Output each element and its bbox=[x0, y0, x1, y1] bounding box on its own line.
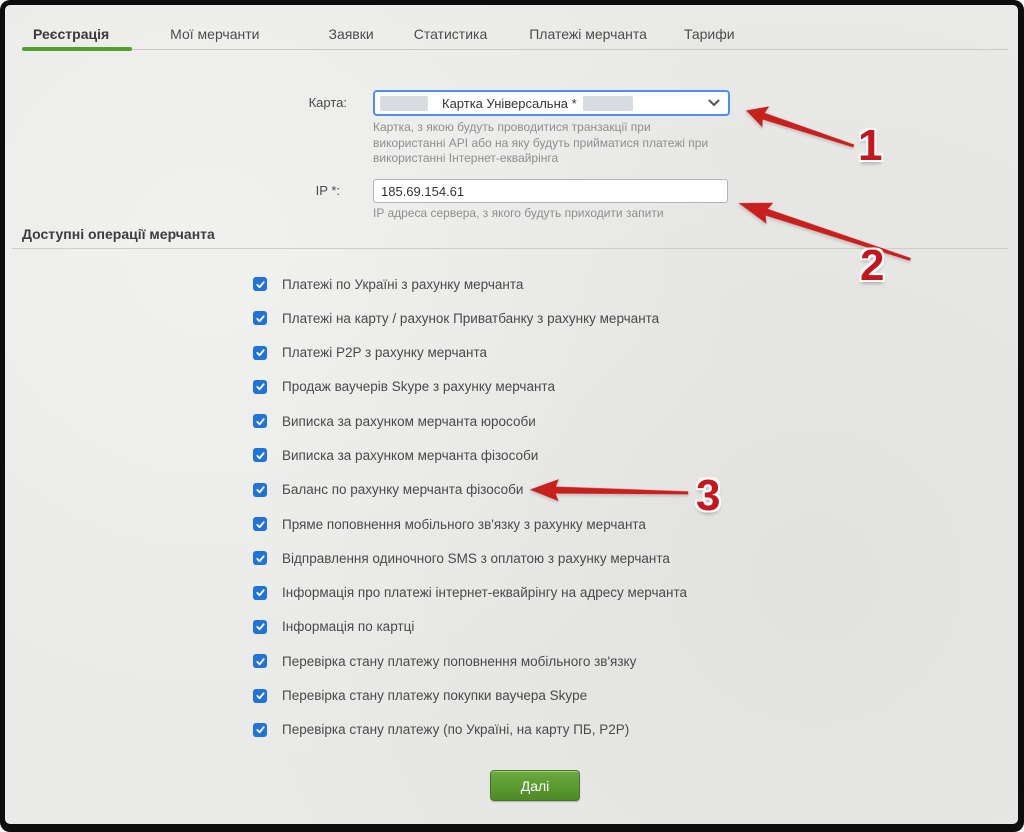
ip-input[interactable] bbox=[373, 179, 728, 203]
operation-checkbox[interactable] bbox=[253, 551, 267, 565]
operation-row[interactable]: Виписка за рахунком мерчанта юрособи bbox=[253, 414, 687, 428]
operation-label: Перевірка стану платежу (по Україні, на … bbox=[282, 722, 629, 737]
operation-row[interactable]: Виписка за рахунком мерчанта фізособи bbox=[253, 448, 687, 462]
tab-registration[interactable]: Реєстрація bbox=[33, 26, 109, 42]
tab-requests[interactable]: Заявки bbox=[328, 26, 373, 42]
operation-label: Інформація по картці bbox=[282, 619, 414, 634]
operation-row[interactable]: Інформація про платежі інтернет-еквайрін… bbox=[253, 586, 687, 600]
checkmark-icon bbox=[255, 519, 266, 530]
operation-checkbox[interactable] bbox=[253, 586, 267, 600]
operation-row[interactable]: Платежі на карту / рахунок Приватбанку з… bbox=[253, 311, 687, 325]
card-select[interactable]: Картка Універсальна * bbox=[373, 90, 730, 116]
operation-label: Перевірка стану платежу покупки ваучера … bbox=[282, 688, 587, 703]
operation-checkbox[interactable] bbox=[253, 380, 267, 394]
tab-merchant-payments[interactable]: Платежі мерчанта bbox=[529, 26, 647, 42]
operation-checkbox[interactable] bbox=[253, 517, 267, 531]
checkmark-icon bbox=[255, 450, 266, 461]
annotation-arrow-1 bbox=[741, 98, 859, 159]
operations-list: Платежі по Україні з рахунку мерчанта Пл… bbox=[253, 277, 687, 757]
section-title: Доступні операції мерчанта bbox=[22, 226, 215, 242]
operation-row[interactable]: Перевірка стану платежу покупки ваучера … bbox=[253, 689, 687, 703]
checkmark-icon bbox=[255, 690, 266, 701]
active-tab-underline bbox=[22, 47, 132, 51]
operation-label: Відправлення одиночного SMS з оплатою з … bbox=[282, 551, 670, 566]
operation-row[interactable]: Перевірка стану платежу поповнення мобіл… bbox=[253, 654, 687, 668]
chevron-down-icon bbox=[708, 99, 720, 107]
ip-field-label: IP *: bbox=[240, 183, 340, 198]
checkmark-icon bbox=[255, 484, 266, 495]
annotation-number-2: 2 bbox=[860, 244, 884, 288]
window-frame: Реєстрація Мої мерчанти Заявки Статистик… bbox=[0, 0, 1024, 832]
operation-label: Платежі по Україні з рахунку мерчанта bbox=[282, 277, 523, 292]
operation-label: Виписка за рахунком мерчанта фізособи bbox=[282, 448, 538, 463]
annotation-arrow-2 bbox=[733, 190, 917, 272]
operation-row[interactable]: Пряме поповнення мобільного зв'язку з ра… bbox=[253, 517, 687, 531]
checkmark-icon bbox=[255, 381, 266, 392]
checkmark-icon bbox=[255, 347, 266, 358]
tab-statistics[interactable]: Статистика bbox=[414, 26, 488, 42]
operation-checkbox[interactable] bbox=[253, 346, 267, 360]
checkmark-icon bbox=[255, 313, 266, 324]
tab-my-merchants[interactable]: Мої мерчанти bbox=[170, 26, 259, 42]
checkmark-icon bbox=[255, 416, 266, 427]
operation-row[interactable]: Відправлення одиночного SMS з оплатою з … bbox=[253, 551, 687, 565]
operation-label: Платежі P2P з рахунку мерчанта bbox=[282, 345, 487, 360]
operation-label: Платежі на карту / рахунок Приватбанку з… bbox=[282, 311, 659, 326]
checkmark-icon bbox=[255, 587, 266, 598]
operation-label: Пряме поповнення мобільного зв'язку з ра… bbox=[282, 517, 646, 532]
annotation-number-1: 1 bbox=[858, 124, 882, 168]
operation-label: Продаж ваучерів Skype з рахунку мерчанта bbox=[282, 379, 555, 394]
operation-label: Баланс по рахунку мерчанта фізособи bbox=[282, 482, 523, 497]
operation-row[interactable]: Платежі P2P з рахунку мерчанта bbox=[253, 346, 687, 360]
tab-tariffs[interactable]: Тарифи bbox=[684, 26, 735, 42]
operation-row[interactable]: Продаж ваучерів Skype з рахунку мерчанта bbox=[253, 380, 687, 394]
tab-bar: Реєстрація Мої мерчанти Заявки Статистик… bbox=[33, 26, 735, 42]
annotation-arrow-3 bbox=[528, 477, 690, 506]
operation-label: Інформація про платежі інтернет-еквайрін… bbox=[282, 585, 687, 600]
operation-label: Виписка за рахунком мерчанта юрособи bbox=[282, 414, 536, 429]
card-field-label: Карта: bbox=[240, 95, 347, 110]
operation-checkbox[interactable] bbox=[253, 654, 267, 668]
operation-checkbox[interactable] bbox=[253, 689, 267, 703]
operation-checkbox[interactable] bbox=[253, 723, 267, 737]
card-help-text: Картка, з якою будуть проводитися транза… bbox=[373, 120, 721, 167]
redacted-card-number bbox=[583, 96, 633, 111]
checkmark-icon bbox=[255, 621, 266, 632]
card-select-value: Картка Універсальна * bbox=[442, 96, 577, 111]
ip-help-text: IP адреса сервера, з якого будуть приход… bbox=[373, 206, 773, 222]
operation-label: Перевірка стану платежу поповнення мобіл… bbox=[282, 654, 636, 669]
operation-checkbox[interactable] bbox=[253, 620, 267, 634]
tab-bar-divider bbox=[22, 49, 1008, 50]
operation-checkbox[interactable] bbox=[253, 277, 267, 291]
next-button[interactable]: Далі bbox=[490, 770, 580, 801]
checkmark-icon bbox=[255, 553, 266, 564]
operation-row[interactable]: Перевірка стану платежу (по Україні, на … bbox=[253, 723, 687, 737]
checkmark-icon bbox=[255, 279, 266, 290]
operation-row[interactable]: Інформація по картці bbox=[253, 620, 687, 634]
annotation-number-3: 3 bbox=[696, 474, 720, 518]
operation-checkbox[interactable] bbox=[253, 414, 267, 428]
operation-checkbox[interactable] bbox=[253, 483, 267, 497]
operation-row[interactable]: Платежі по Україні з рахунку мерчанта bbox=[253, 277, 687, 291]
operation-checkbox[interactable] bbox=[253, 311, 267, 325]
checkmark-icon bbox=[255, 656, 266, 667]
operation-checkbox[interactable] bbox=[253, 448, 267, 462]
checkmark-icon bbox=[255, 724, 266, 735]
redacted-card-block bbox=[380, 96, 428, 111]
